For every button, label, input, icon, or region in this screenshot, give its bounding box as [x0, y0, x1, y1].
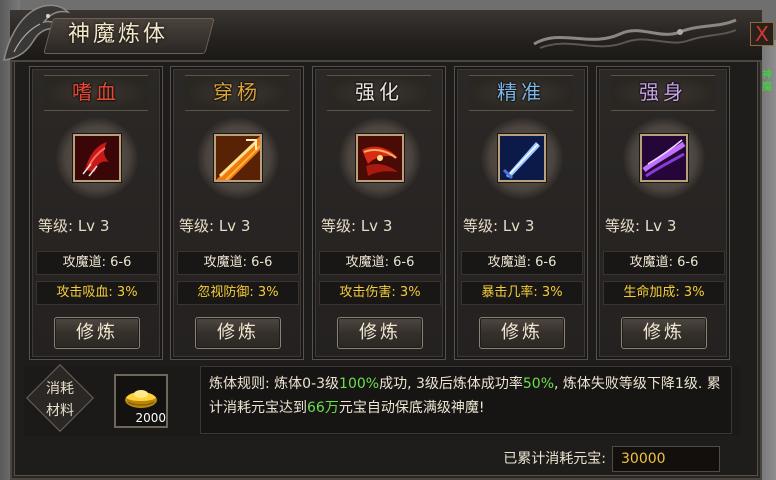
card-title: 穿杨 — [213, 80, 261, 104]
refine-rules: 炼体规则: 炼体0-3级100%成功, 3级后炼体成功率50%, 炼体失败等级下… — [200, 366, 732, 434]
blood-claw-icon — [73, 134, 121, 182]
stat-bonus: 攻击吸血: 3% — [36, 281, 158, 305]
stat-bonus: 生命加成: 3% — [603, 281, 725, 305]
level-label: 等级: Lv 3 — [321, 217, 393, 235]
stat-attack: 攻魔道: 6-6 — [319, 251, 441, 275]
card-title: 精准 — [497, 80, 545, 104]
refine-button-fortify[interactable]: 修炼 — [621, 317, 707, 349]
material-label-line2: 材料 — [46, 403, 74, 419]
level-label: 等级: Lv 3 — [179, 217, 251, 235]
rules-suffix: 元宝自动保底满级神魔! — [338, 400, 485, 416]
material-item-count: 2000 — [135, 411, 166, 425]
blue-sword-icon — [498, 134, 546, 182]
stat-attack: 攻魔道: 6-6 — [461, 251, 583, 275]
material-label: 消耗 材料 — [40, 378, 80, 422]
close-button[interactable]: X — [750, 22, 774, 46]
refine-button-precision[interactable]: 修炼 — [479, 317, 565, 349]
stat-bonus: 攻击伤害: 3% — [319, 281, 441, 305]
stat-bonus: 暴击几率: 3% — [461, 281, 583, 305]
dragon-border-ornament-icon — [533, 18, 737, 49]
level-label: 等级: Lv 3 — [38, 217, 110, 235]
material-label-line1: 消耗 — [46, 381, 74, 397]
level-label: 等级: Lv 3 — [463, 217, 535, 235]
side-tab-badge: 神魔 — [762, 70, 772, 93]
refine-button-pierce[interactable]: 修炼 — [195, 317, 281, 349]
flaming-arrow-icon — [214, 134, 262, 182]
card-title: 强化 — [355, 80, 403, 104]
refine-card-pierce: 穿杨 等级: Lv 3 攻魔道: 6-6 忽视防御: 3% 修炼 — [170, 66, 304, 360]
level-label: 等级: Lv 3 — [605, 217, 677, 235]
refine-card-enhance: 强化 等级: Lv 3 攻魔道: 6-6 攻击伤害: 3% 修炼 — [312, 66, 446, 360]
fire-blade-icon — [356, 134, 404, 182]
refine-button-bloodthirst[interactable]: 修炼 — [54, 317, 140, 349]
rules-rate-2: 50% — [522, 376, 555, 392]
card-title: 嗜血 — [72, 80, 120, 104]
refine-card-fortify: 强身 等级: Lv 3 攻魔道: 6-6 生命加成: 3% 修炼 — [596, 66, 730, 360]
rules-amount: 66万 — [307, 400, 339, 416]
rules-mid-1: 成功, 3级后炼体成功率 — [379, 376, 523, 392]
refine-card-precision: 精准 等级: Lv 3 攻魔道: 6-6 暴击几率: 3% 修炼 — [454, 66, 588, 360]
refine-card-bloodthirst: 嗜血 等级: Lv 3 攻魔道: 6-6 攻击吸血: 3% 修炼 — [29, 66, 163, 360]
card-title: 强身 — [639, 80, 687, 104]
stat-attack: 攻魔道: 6-6 — [603, 251, 725, 275]
total-spent-label: 已累计消耗元宝: — [503, 451, 606, 467]
window-title: 神魔炼体 — [68, 22, 169, 47]
purple-energy-icon — [640, 134, 688, 182]
refine-button-enhance[interactable]: 修炼 — [337, 317, 423, 349]
rules-prefix: 炼体规则: 炼体0-3级 — [209, 376, 340, 392]
stat-attack: 攻魔道: 6-6 — [36, 251, 158, 275]
total-spent-value: 30000 — [612, 446, 720, 472]
rules-rate-1: 100% — [339, 376, 380, 392]
stat-attack: 攻魔道: 6-6 — [177, 251, 299, 275]
stat-bonus: 忽视防御: 3% — [177, 281, 299, 305]
